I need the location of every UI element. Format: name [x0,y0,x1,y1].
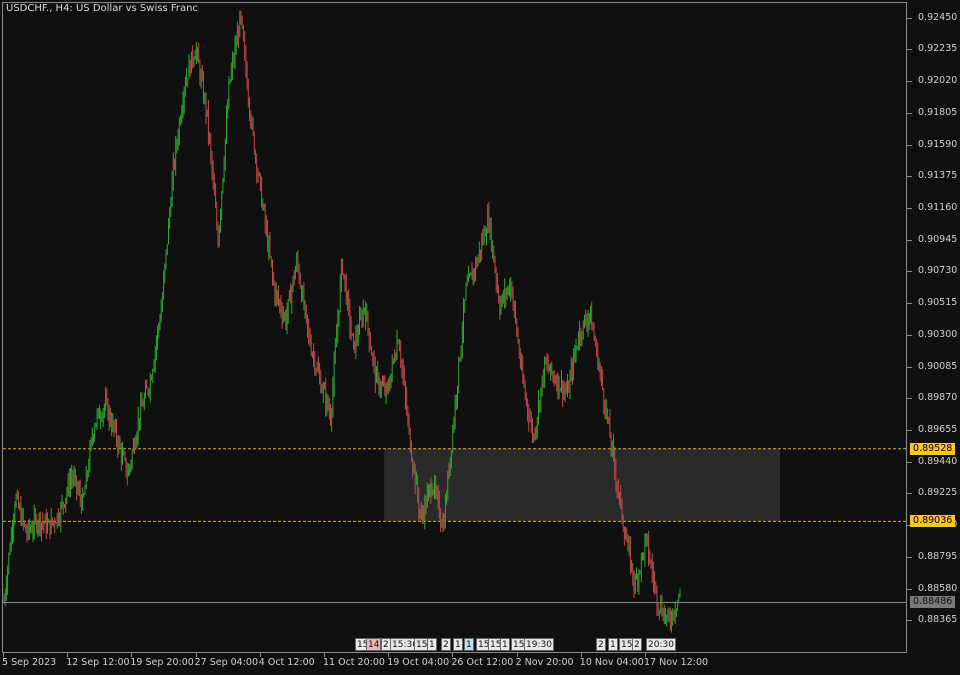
y-tick [907,430,912,431]
y-tick [907,366,912,368]
x-tick-label: 5 Sep 2023 [2,657,57,668]
event-marker[interactable]: 1 [427,638,437,651]
y-tick-label: 0.90945 [918,233,958,245]
y-tick [907,208,912,210]
chart-title: USDCHF., H4: US Dollar vs Swiss Franc [6,3,198,14]
x-tick-label: 10 Nov 04:00 [579,657,644,668]
y-tick-label: 0.90730 [918,265,958,277]
y-tick-label: 0.92450 [918,11,958,23]
event-marker[interactable]: 1 [500,638,510,651]
event-marker[interactable]: 1 [608,638,618,651]
x-tick-label: 12 Sep 12:00 [66,657,130,668]
y-tick [907,556,912,558]
x-tick-label: 19 Sep 20:00 [130,657,194,668]
chart-window[interactable]: USDCHF., H4: US Dollar vs Swiss Franc 0.… [0,0,960,675]
y-tick-label: 0.91160 [918,202,958,214]
y-tick-label: 0.90515 [918,297,958,309]
level-price-tag: 0.89528 [910,442,956,455]
event-marker[interactable]: 2 [632,638,642,651]
y-tick [907,176,912,178]
event-marker[interactable]: 20:30 [646,638,676,651]
y-tick-label: 0.91590 [918,138,958,150]
event-marker[interactable]: 2 [596,638,606,651]
y-tick [907,81,912,83]
y-tick [907,461,912,463]
x-tick-label: 19 Oct 04:00 [387,657,450,668]
y-tick [907,398,912,400]
y-tick [907,271,912,273]
y-tick-label: 0.89655 [918,424,958,435]
y-tick [907,588,912,590]
y-tick [907,17,912,19]
y-tick [907,49,912,51]
y-tick-label: 0.91805 [918,106,958,118]
y-tick-label: 0.92020 [918,75,958,87]
event-marker[interactable]: 1 [464,638,474,651]
y-tick [907,303,912,305]
x-tick-label: 11 Oct 20:00 [323,657,385,668]
y-tick-label: 0.91375 [918,170,958,182]
y-tick-label: 0.92235 [918,43,958,55]
y-tick [907,493,912,495]
y-tick [907,112,912,114]
y-tick-label: 0.88580 [918,582,958,594]
y-tick [907,144,912,146]
y-tick-label: 0.89225 [918,487,958,499]
current-price-tag: 0.88486 [910,596,956,609]
x-tick-label: 4 Oct 12:00 [258,657,315,668]
y-tick [907,239,912,241]
event-marker[interactable]: 19:30 [524,638,554,651]
event-marker[interactable]: 14 [366,638,382,651]
y-tick [907,620,912,622]
y-tick-label: 0.89870 [918,392,958,404]
event-marker[interactable]: 1 [453,638,463,651]
supply-demand-zone [384,448,780,522]
x-tick-label: 27 Sep 04:00 [194,657,259,668]
x-tick-label: 2 Nov 20:00 [515,657,574,668]
x-tick-label: 26 Oct 12:00 [451,657,514,668]
y-tick [907,334,912,336]
y-tick-label: 0.88795 [918,550,958,562]
y-tick-label: 0.88365 [918,614,958,626]
y-tick-label: 0.89440 [918,455,958,467]
y-tick-label: 0.90085 [918,360,958,372]
event-marker[interactable]: 2 [441,638,451,651]
y-tick-label: 0.90300 [918,328,958,340]
level-price-tag: 0.89036 [910,515,956,528]
price-chart[interactable] [0,0,960,675]
x-tick-label: 17 Nov 12:00 [644,657,709,668]
